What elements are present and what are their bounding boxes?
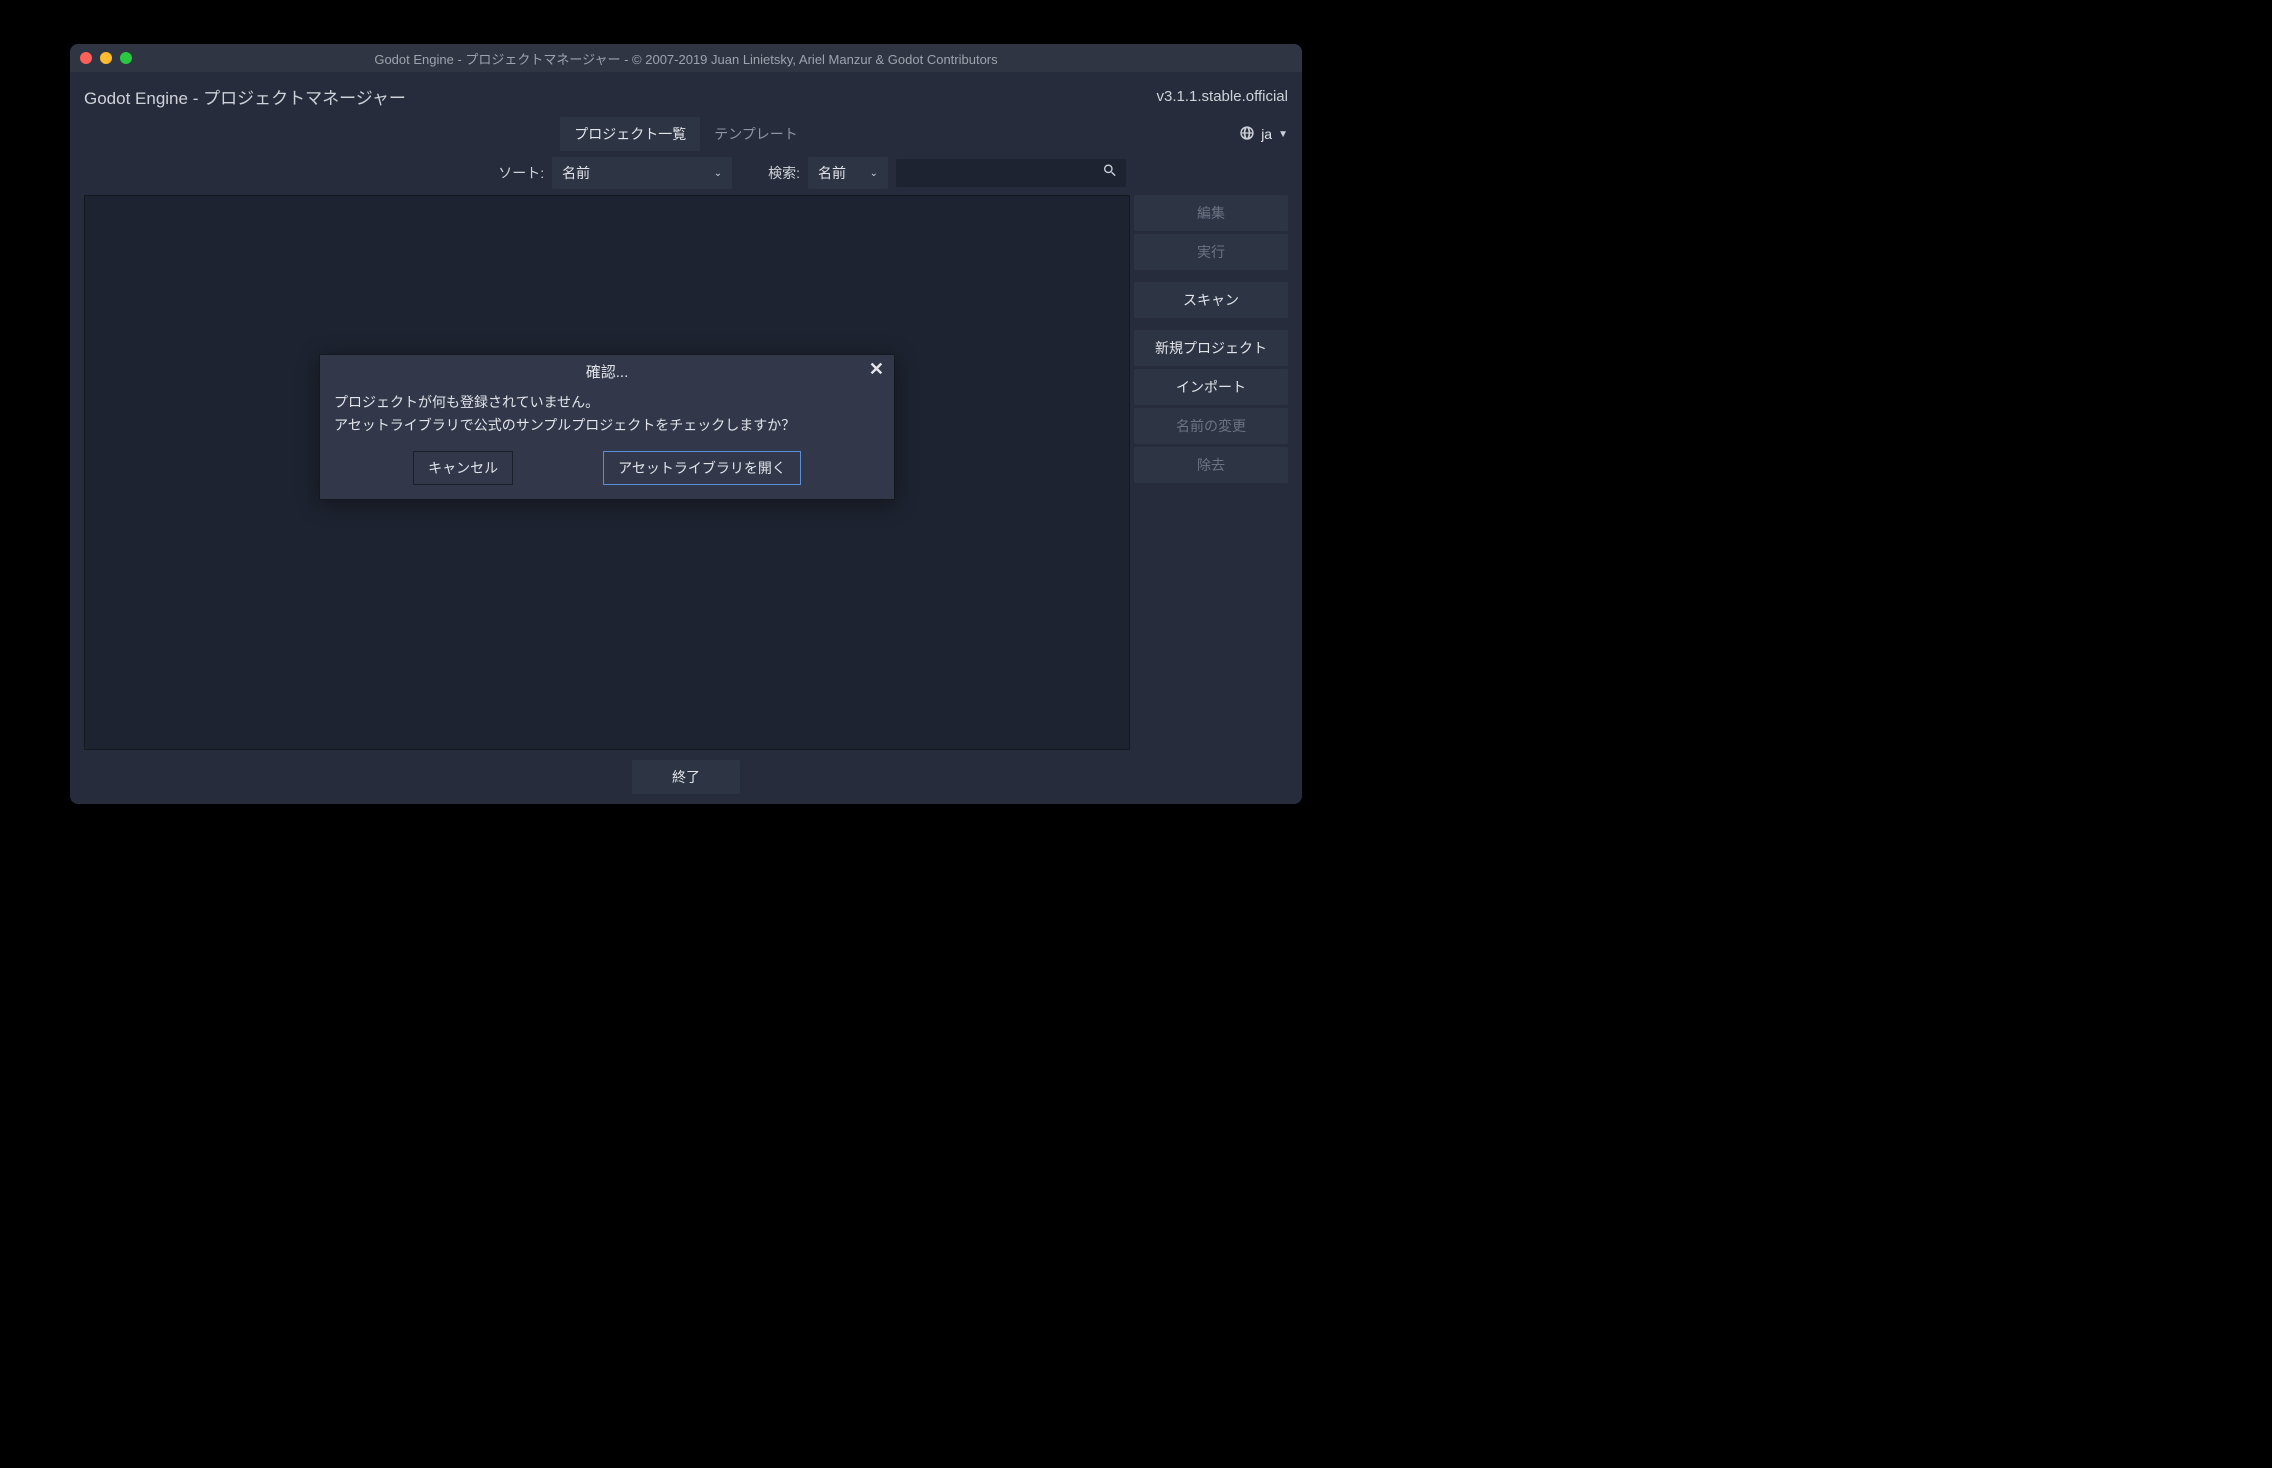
search-icon xyxy=(1102,163,1118,184)
main-area: 確認... ✕ プロジェクトが何も登録されていません。 アセットライブラリで公式… xyxy=(70,195,1302,750)
tabs-row: プロジェクト一覧 テンプレート ja ▼ xyxy=(70,115,1302,157)
tab-templates[interactable]: テンプレート xyxy=(700,117,812,151)
chevron-down-icon: ⌄ xyxy=(714,168,722,179)
version-label: v3.1.1.stable.official xyxy=(1157,88,1288,105)
quit-button[interactable]: 終了 xyxy=(632,760,740,794)
chevron-down-icon: ▼ xyxy=(1278,129,1288,140)
sort-value: 名前 xyxy=(562,163,590,183)
minimize-window-button[interactable] xyxy=(100,52,112,64)
import-button[interactable]: インポート xyxy=(1134,369,1288,405)
dialog-line-1: プロジェクトが何も登録されていません。 xyxy=(334,391,880,414)
search-label: 検索: xyxy=(768,163,800,183)
dialog-body: プロジェクトが何も登録されていません。 アセットライブラリで公式のサンプルプロジ… xyxy=(320,385,894,447)
dialog-buttons: キャンセル アセットライブラリを開く xyxy=(320,447,894,499)
globe-icon xyxy=(1239,125,1255,144)
tabs: プロジェクト一覧 テンプレート xyxy=(560,117,812,151)
dialog-title: 確認... ✕ xyxy=(320,355,894,385)
titlebar: Godot Engine - プロジェクトマネージャー - © 2007-201… xyxy=(70,44,1302,72)
sidebar: 編集 実行 スキャン 新規プロジェクト インポート 名前の変更 除去 xyxy=(1134,195,1288,750)
header: Godot Engine - プロジェクトマネージャー v3.1.1.stabl… xyxy=(70,72,1302,115)
new-project-button[interactable]: 新規プロジェクト xyxy=(1134,330,1288,366)
language-label: ja xyxy=(1261,126,1272,142)
dialog-line-2: アセットライブラリで公式のサンプルプロジェクトをチェックしますか？ xyxy=(334,414,880,437)
tab-projects[interactable]: プロジェクト一覧 xyxy=(560,117,700,151)
edit-button[interactable]: 編集 xyxy=(1134,195,1288,231)
search-field-value: 名前 xyxy=(818,163,846,183)
scan-button[interactable]: スキャン xyxy=(1134,282,1288,318)
window-title: Godot Engine - プロジェクトマネージャー - © 2007-201… xyxy=(70,49,1302,68)
toolbar: ソート: 名前 ⌄ 検索: 名前 ⌄ xyxy=(70,157,1302,195)
chevron-down-icon: ⌄ xyxy=(870,168,878,179)
cancel-button[interactable]: キャンセル xyxy=(413,451,513,485)
close-icon[interactable]: ✕ xyxy=(869,359,884,380)
app-title: Godot Engine - プロジェクトマネージャー xyxy=(84,84,406,109)
language-selector[interactable]: ja ▼ xyxy=(1239,125,1288,144)
remove-button[interactable]: 除去 xyxy=(1134,447,1288,483)
search-field-dropdown[interactable]: 名前 ⌄ xyxy=(808,157,888,189)
open-asset-library-button[interactable]: アセットライブラリを開く xyxy=(603,451,801,485)
confirm-dialog: 確認... ✕ プロジェクトが何も登録されていません。 アセットライブラリで公式… xyxy=(319,354,895,500)
sort-dropdown[interactable]: 名前 ⌄ xyxy=(552,157,732,189)
rename-button[interactable]: 名前の変更 xyxy=(1134,408,1288,444)
close-window-button[interactable] xyxy=(80,52,92,64)
footer: 終了 xyxy=(70,750,1302,804)
run-button[interactable]: 実行 xyxy=(1134,234,1288,270)
app-window: Godot Engine - プロジェクトマネージャー - © 2007-201… xyxy=(70,44,1302,804)
sort-label: ソート: xyxy=(498,163,544,183)
search-input[interactable] xyxy=(896,159,1126,187)
window-controls xyxy=(80,52,132,64)
project-list: 確認... ✕ プロジェクトが何も登録されていません。 アセットライブラリで公式… xyxy=(84,195,1130,750)
maximize-window-button[interactable] xyxy=(120,52,132,64)
